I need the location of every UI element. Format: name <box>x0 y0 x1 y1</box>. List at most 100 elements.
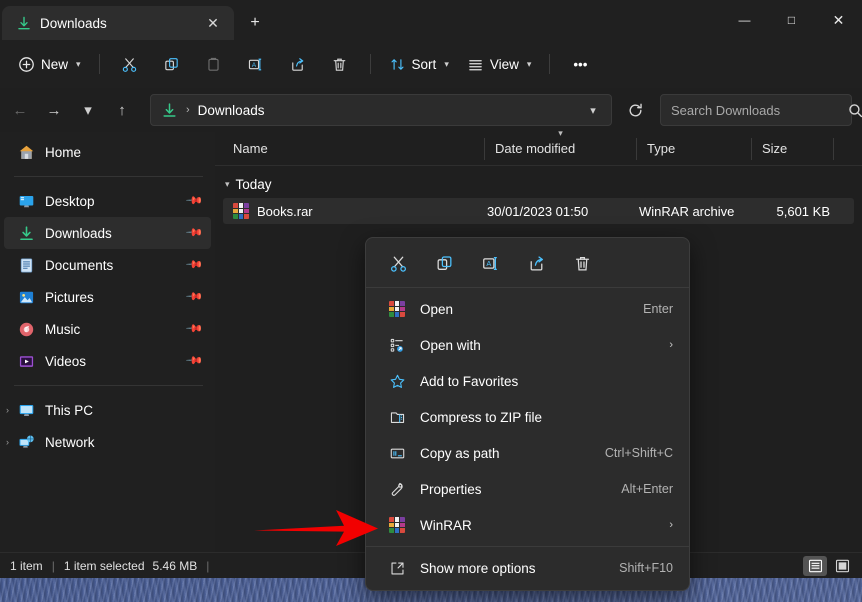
sidebar-item-label: Home <box>45 145 201 160</box>
file-name-label: Books.rar <box>257 204 313 219</box>
close-window-button[interactable]: ✕ <box>815 0 862 40</box>
open-with-icon <box>388 336 406 354</box>
column-header-date-modified[interactable]: ▾ Date modified <box>485 138 637 160</box>
sort-button[interactable]: Sort ▾ <box>381 48 457 80</box>
recent-locations-button[interactable]: ▾ <box>72 94 104 126</box>
toolbar-divider-2 <box>370 54 371 74</box>
sidebar-item-videos[interactable]: Videos 📌 <box>4 345 211 377</box>
cut-button[interactable] <box>110 48 150 80</box>
delete-icon[interactable] <box>562 247 602 279</box>
sidebar-item-desktop[interactable]: Desktop 📌 <box>4 185 211 217</box>
paste-button[interactable] <box>194 48 234 80</box>
music-icon <box>18 321 35 338</box>
sidebar-item-this-pc[interactable]: › This PC <box>4 394 211 426</box>
context-menu-item-compress-to-zip[interactable]: Compress to ZIP file <box>370 399 685 435</box>
file-name-cell: Books.rar <box>223 203 485 219</box>
copy-icon[interactable] <box>424 247 464 279</box>
zip-icon <box>388 408 406 426</box>
new-tab-button[interactable]: + <box>242 10 268 36</box>
search-icon[interactable] <box>847 102 862 119</box>
winrar-archive-icon <box>388 300 406 318</box>
star-icon <box>388 372 406 390</box>
details-view-button[interactable] <box>803 556 827 576</box>
chevron-down-icon[interactable]: ▾ <box>225 179 230 190</box>
chevron-right-icon[interactable]: › <box>6 405 9 415</box>
back-button[interactable]: ← <box>4 94 36 126</box>
search-box[interactable] <box>660 94 852 126</box>
pin-icon[interactable]: 📌 <box>185 192 202 209</box>
pin-icon[interactable]: 📌 <box>185 256 202 273</box>
up-button[interactable]: ↑ <box>106 94 138 126</box>
context-menu-item-open-with[interactable]: Open with › <box>370 327 685 363</box>
breadcrumb-separator: › <box>182 104 194 116</box>
documents-icon <box>18 257 35 274</box>
sidebar-item-music[interactable]: Music 📌 <box>4 313 211 345</box>
minimize-button[interactable]: — <box>721 0 768 40</box>
context-menu-item-accelerator: Ctrl+Shift+C <box>605 446 673 460</box>
item-count-label: 1 item <box>10 559 43 573</box>
refresh-button[interactable] <box>620 94 650 126</box>
toolbar-divider-1 <box>99 54 100 74</box>
copy-icon <box>163 56 180 73</box>
see-more-button[interactable]: ••• <box>560 48 600 80</box>
tab-downloads[interactable]: Downloads ✕ <box>2 6 234 40</box>
title-bar: Downloads ✕ + — □ ✕ <box>0 0 862 40</box>
sidebar-item-pictures[interactable]: Pictures 📌 <box>4 281 211 313</box>
sidebar-item-label: Desktop <box>45 194 177 209</box>
breadcrumb-item-downloads[interactable]: Downloads <box>198 103 575 118</box>
rename-icon[interactable]: A <box>470 247 510 279</box>
breadcrumb-dropdown-icon[interactable]: ▾ <box>579 96 607 124</box>
column-header-name[interactable]: Name <box>223 138 485 160</box>
breadcrumb[interactable]: › Downloads ▾ <box>150 94 612 126</box>
pin-icon[interactable]: 📌 <box>185 320 202 337</box>
paste-icon <box>205 56 222 73</box>
toolbar-divider-3 <box>549 54 550 74</box>
winrar-archive-icon <box>388 516 406 534</box>
copy-button[interactable] <box>152 48 192 80</box>
column-header-label: Date modified <box>495 141 575 156</box>
pin-icon[interactable]: 📌 <box>185 224 202 241</box>
forward-button[interactable]: → <box>38 94 70 126</box>
more-options-icon <box>388 559 406 577</box>
view-button[interactable]: View ▾ <box>459 48 540 80</box>
sidebar-item-home[interactable]: Home <box>4 136 211 168</box>
large-icons-view-button[interactable] <box>830 556 854 576</box>
sidebar-item-documents[interactable]: Documents 📌 <box>4 249 211 281</box>
sidebar-item-label: Music <box>45 322 177 337</box>
context-menu-item-show-more-options[interactable]: Show more options Shift+F10 <box>370 550 685 586</box>
close-tab-icon[interactable]: ✕ <box>200 10 226 36</box>
share-icon[interactable] <box>516 247 556 279</box>
context-menu-item-winrar[interactable]: WinRAR › <box>370 507 685 543</box>
context-menu-item-copy-as-path[interactable]: Copy as path Ctrl+Shift+C <box>370 435 685 471</box>
chevron-right-icon[interactable]: › <box>6 437 9 447</box>
cut-icon <box>121 56 138 73</box>
address-bar: ← → ▾ ↑ › Downloads ▾ <box>0 88 862 132</box>
context-menu-icon-row: A <box>366 242 689 284</box>
context-menu-item-open[interactable]: Open Enter <box>370 291 685 327</box>
table-row[interactable]: Books.rar 30/01/2023 01:50 WinRAR archiv… <box>223 198 854 224</box>
search-input[interactable] <box>671 103 847 118</box>
group-header-today[interactable]: ▾ Today <box>215 170 862 198</box>
sidebar-item-network[interactable]: › Network <box>4 426 211 458</box>
cut-icon[interactable] <box>378 247 418 279</box>
new-button[interactable]: New ▾ <box>10 48 89 80</box>
context-menu-item-label: Copy as path <box>420 446 591 461</box>
sidebar-item-label: Pictures <box>45 290 177 305</box>
status-separator-2: | <box>197 559 218 573</box>
sidebar-item-downloads[interactable]: Downloads 📌 <box>4 217 211 249</box>
network-icon <box>18 434 35 451</box>
delete-button[interactable] <box>320 48 360 80</box>
context-menu-item-label: Compress to ZIP file <box>420 410 659 425</box>
column-header-size[interactable]: Size <box>752 138 834 160</box>
column-header-type[interactable]: Type <box>637 138 752 160</box>
maximize-button[interactable]: □ <box>768 0 815 40</box>
context-menu-item-label: Add to Favorites <box>420 374 659 389</box>
rename-button[interactable]: A <box>236 48 276 80</box>
context-menu-item-add-to-favorites[interactable]: Add to Favorites <box>370 363 685 399</box>
context-menu-item-properties[interactable]: Properties Alt+Enter <box>370 471 685 507</box>
pin-icon[interactable]: 📌 <box>185 352 202 369</box>
plus-circle-icon <box>18 56 35 73</box>
window-controls: — □ ✕ <box>721 0 862 40</box>
share-button[interactable] <box>278 48 318 80</box>
pin-icon[interactable]: 📌 <box>185 288 202 305</box>
